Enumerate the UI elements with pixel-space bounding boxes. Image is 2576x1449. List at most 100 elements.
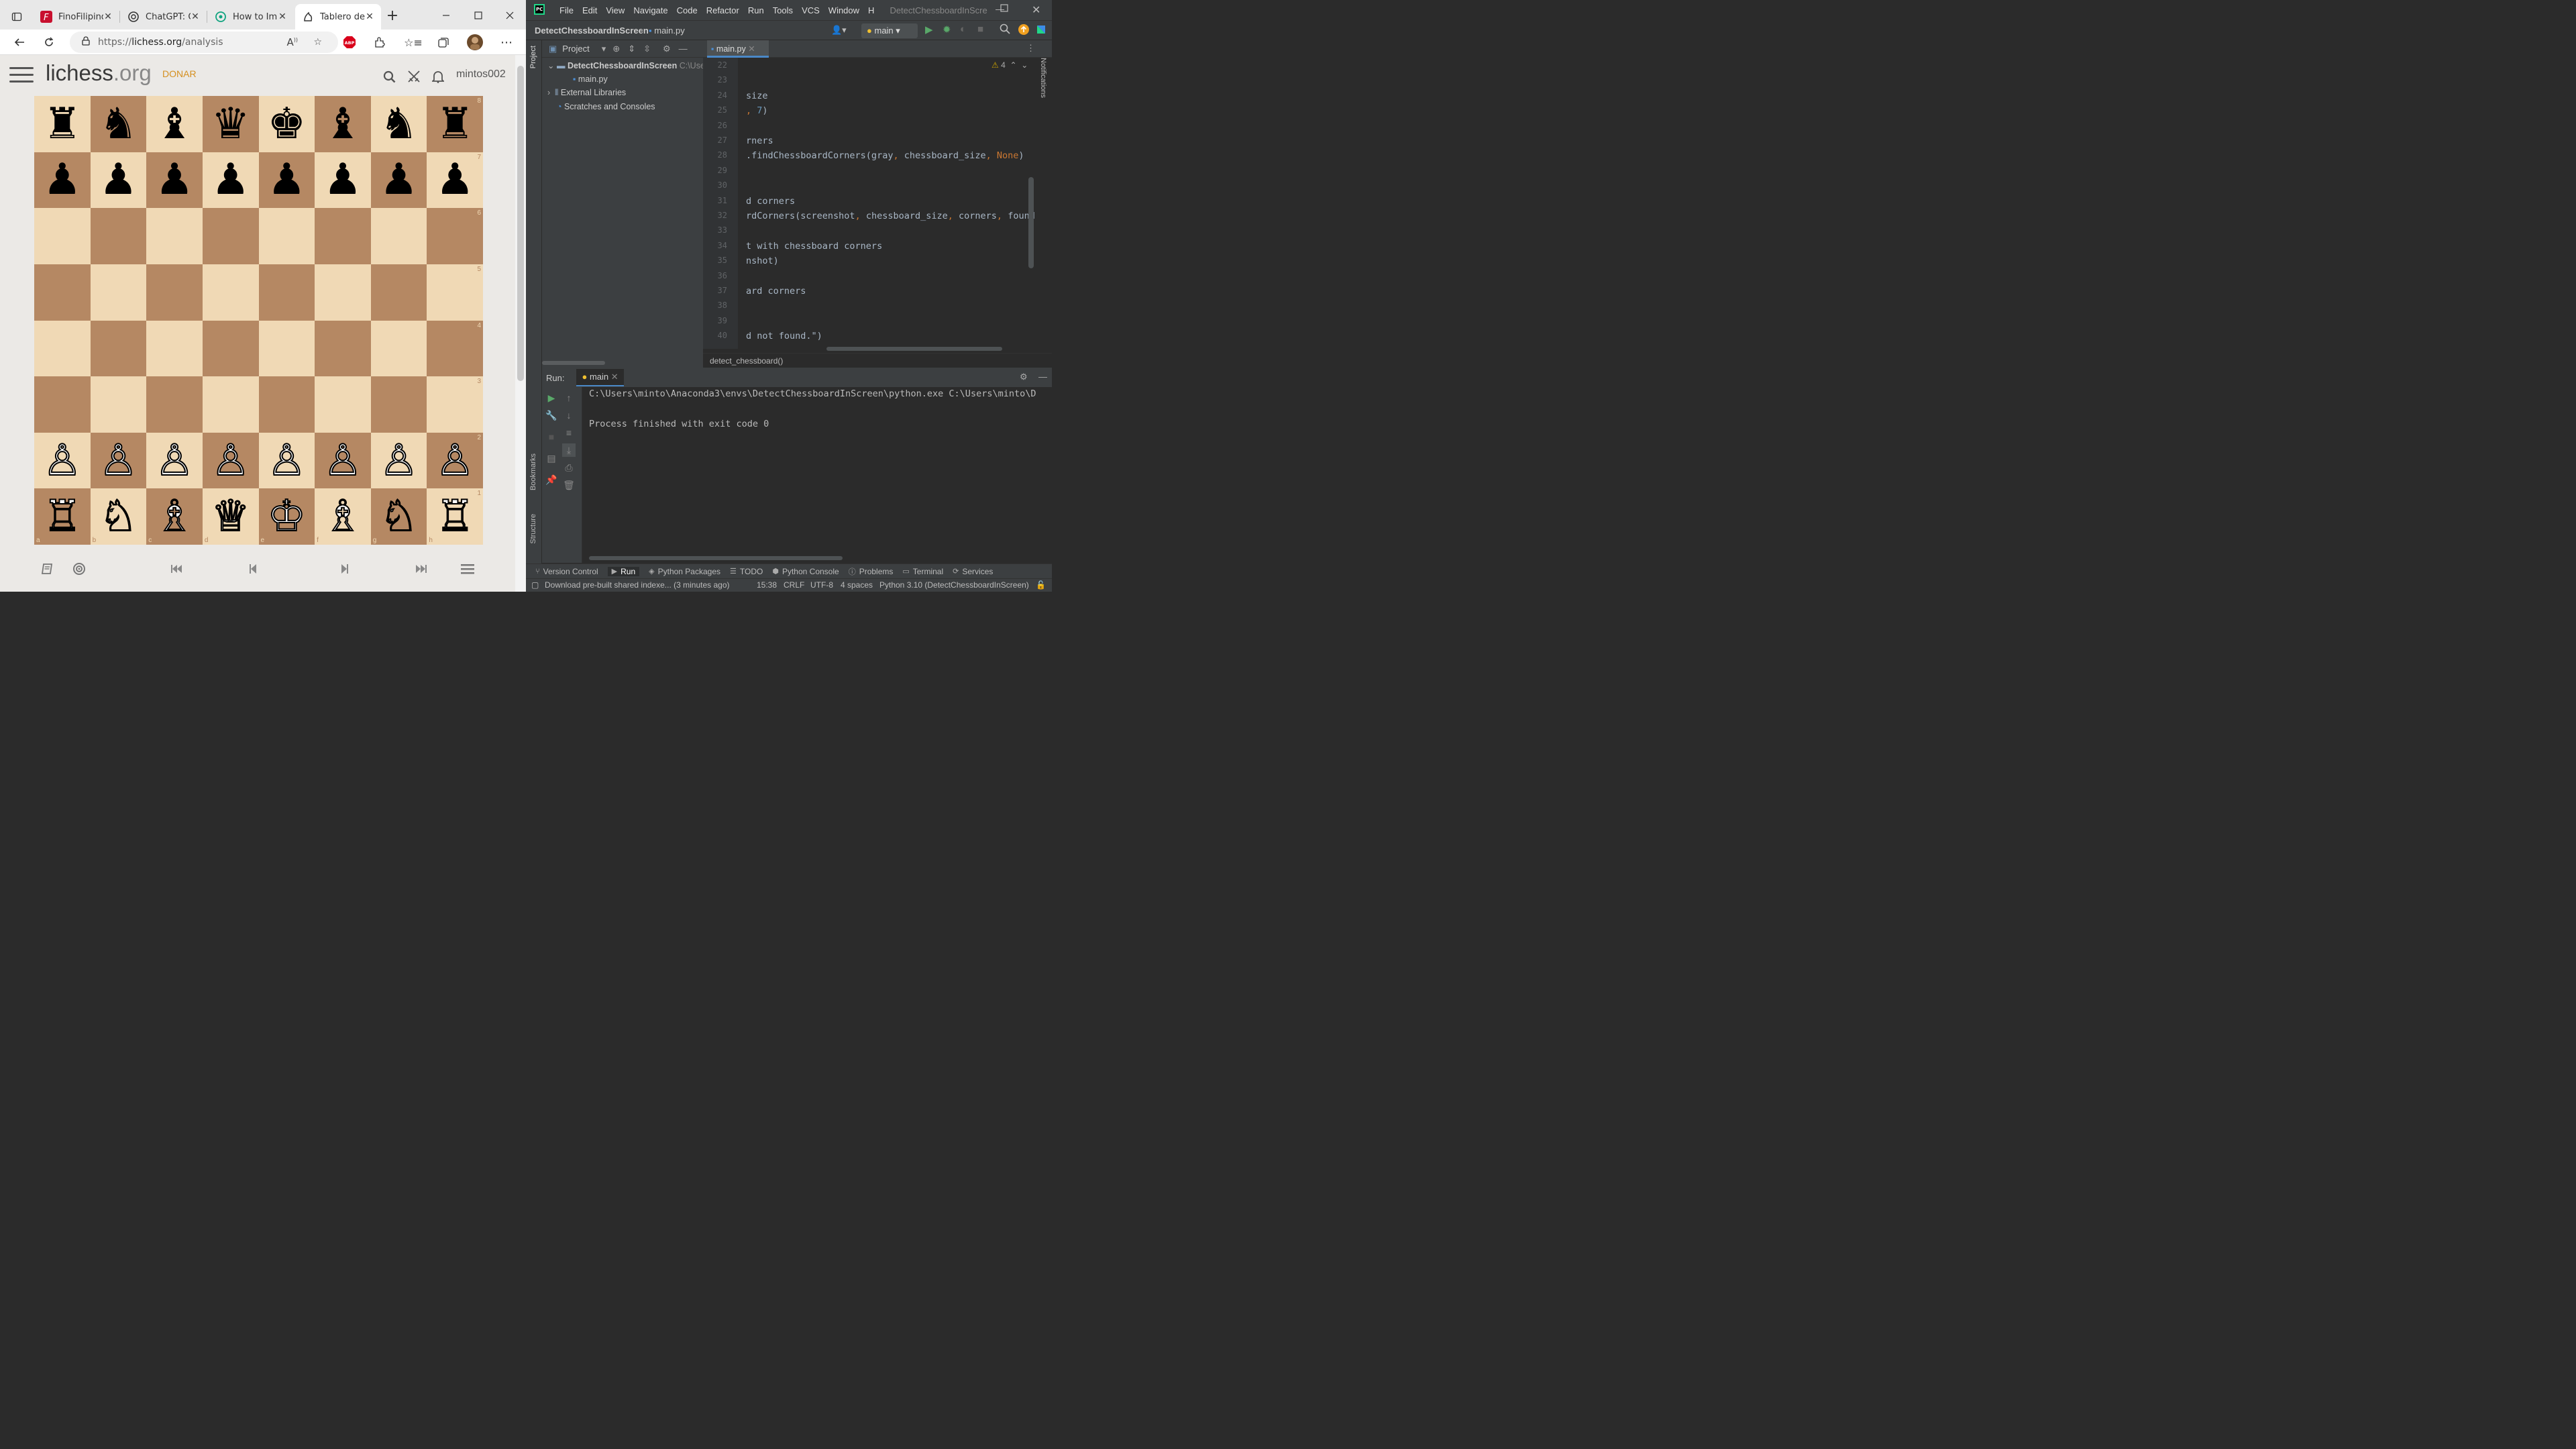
code-line[interactable]: , 7) bbox=[746, 105, 768, 116]
hide-panel-icon[interactable]: — bbox=[679, 44, 688, 54]
project-tool-button[interactable]: Project bbox=[529, 46, 537, 68]
square-h3[interactable]: 3 bbox=[427, 376, 483, 433]
jetbrains-ai-icon[interactable] bbox=[1036, 24, 1046, 37]
more-icon[interactable]: ⋯ bbox=[498, 34, 515, 51]
hamburger-menu-icon[interactable] bbox=[9, 66, 34, 85]
black-piece[interactable]: ♜ bbox=[43, 103, 81, 146]
square-a5[interactable] bbox=[34, 264, 91, 321]
close-window-icon[interactable] bbox=[501, 7, 519, 24]
square-f2[interactable]: ♙ bbox=[315, 432, 371, 489]
status-message[interactable]: Download pre-built shared indexe... (3 m… bbox=[545, 580, 729, 590]
scroll-up-icon[interactable]: ↑ bbox=[562, 391, 576, 405]
notifications-bell-icon[interactable] bbox=[431, 70, 445, 86]
close-icon[interactable]: ✕ bbox=[191, 11, 200, 22]
tree-item-external-libraries[interactable]: › ⫴ External Libraries bbox=[547, 88, 626, 98]
structure-tool-button[interactable]: Structure bbox=[529, 514, 537, 544]
square-h6[interactable]: 6 bbox=[427, 208, 483, 264]
square-e3[interactable] bbox=[258, 376, 315, 433]
page-scrollbar[interactable] bbox=[515, 55, 526, 592]
square-e7[interactable]: ♟ bbox=[258, 152, 315, 209]
menu-item-navigate[interactable]: Navigate bbox=[633, 5, 667, 15]
code-line[interactable]: rdCorners(screenshot, chessboard_size, c… bbox=[746, 211, 1035, 221]
expand-all-icon[interactable]: ⇕ bbox=[628, 44, 635, 54]
square-f8[interactable]: ♝ bbox=[315, 96, 371, 152]
square-g5[interactable] bbox=[370, 264, 427, 321]
white-piece[interactable]: ♗ bbox=[323, 494, 362, 539]
white-piece[interactable]: ♔ bbox=[267, 494, 307, 539]
extensions-icon[interactable] bbox=[371, 34, 388, 51]
code-line[interactable]: ard corners bbox=[746, 286, 806, 297]
square-a3[interactable] bbox=[34, 376, 91, 433]
square-b2[interactable]: ♙ bbox=[90, 432, 147, 489]
collapse-all-icon[interactable]: ⇳ bbox=[643, 44, 651, 54]
menu-item-code[interactable]: Code bbox=[677, 5, 698, 15]
white-piece[interactable]: ♗ bbox=[154, 494, 194, 539]
square-f3[interactable] bbox=[315, 376, 371, 433]
next-move-icon[interactable] bbox=[335, 557, 355, 581]
coverage-icon[interactable]: ◐ bbox=[960, 23, 966, 35]
white-piece[interactable]: ♙ bbox=[211, 439, 250, 483]
pin-icon[interactable]: 📌 bbox=[545, 473, 558, 486]
donate-link[interactable]: DONAR bbox=[162, 68, 197, 79]
tab-how-to[interactable]: How to Imp ✕ bbox=[208, 4, 294, 30]
tab-lichess[interactable]: Tablero de ✕ bbox=[295, 4, 381, 30]
black-piece[interactable]: ♟ bbox=[380, 158, 418, 201]
address-bar[interactable]: https://lichess.org/analysis A)) ☆ bbox=[70, 32, 338, 53]
square-h1[interactable]: ♖ 1 h bbox=[427, 488, 483, 545]
black-piece[interactable]: ♟ bbox=[155, 158, 193, 201]
square-b7[interactable]: ♟ bbox=[90, 152, 147, 209]
square-g1[interactable]: ♘ g bbox=[370, 488, 427, 545]
tool-tab-todo[interactable]: ☰ TODO bbox=[730, 567, 763, 576]
white-piece[interactable]: ♖ bbox=[435, 494, 474, 539]
new-tab-icon[interactable]: + bbox=[384, 7, 401, 24]
tool-tab-version-control[interactable]: ⑂ Version Control bbox=[535, 567, 598, 576]
wrench-icon[interactable]: 🔧 bbox=[545, 409, 558, 422]
menu-item-tools[interactable]: Tools bbox=[773, 5, 793, 15]
python-interpreter[interactable]: Python 3.10 (DetectChessboardInScreen) bbox=[879, 580, 1029, 590]
white-piece[interactable]: ♙ bbox=[267, 439, 307, 483]
last-move-icon[interactable] bbox=[411, 557, 431, 581]
scrollbar-thumb[interactable] bbox=[517, 66, 524, 381]
close-window-icon[interactable]: ✕ bbox=[1032, 3, 1040, 17]
square-e1[interactable]: ♔ e bbox=[258, 488, 315, 545]
indent-setting[interactable]: 4 spaces bbox=[841, 580, 873, 590]
square-h5[interactable]: 5 bbox=[427, 264, 483, 321]
square-d7[interactable]: ♟ bbox=[202, 152, 259, 209]
tab-chatgpt[interactable]: ChatGPT: O ✕ bbox=[121, 4, 207, 30]
menu-item-window[interactable]: Window bbox=[828, 5, 859, 15]
square-c3[interactable] bbox=[146, 376, 203, 433]
square-a1[interactable]: ♖ a bbox=[34, 488, 91, 545]
status-panel-icon[interactable]: ▢ bbox=[531, 580, 539, 590]
black-piece[interactable]: ♟ bbox=[436, 158, 474, 201]
square-f7[interactable]: ♟ bbox=[315, 152, 371, 209]
black-piece[interactable]: ♞ bbox=[380, 103, 418, 146]
square-f1[interactable]: ♗ f bbox=[315, 488, 371, 545]
soft-wrap-icon[interactable]: ≡ bbox=[562, 426, 576, 439]
line-separator[interactable]: CRLF bbox=[784, 580, 804, 590]
maximize-icon[interactable] bbox=[470, 7, 487, 24]
black-piece[interactable]: ♞ bbox=[99, 103, 138, 146]
tool-tab-run[interactable]: ▶ Run bbox=[607, 566, 640, 576]
square-b8[interactable]: ♞ bbox=[90, 96, 147, 152]
square-d8[interactable]: ♛ bbox=[202, 96, 259, 152]
white-piece[interactable]: ♘ bbox=[99, 494, 138, 539]
lock-icon[interactable]: 🔓 bbox=[1036, 580, 1046, 590]
square-d1[interactable]: ♕ d bbox=[202, 488, 259, 545]
menu-item-h[interactable]: H bbox=[868, 5, 874, 15]
menu-item-view[interactable]: View bbox=[606, 5, 625, 15]
square-g3[interactable] bbox=[370, 376, 427, 433]
refresh-icon[interactable] bbox=[40, 34, 58, 51]
square-c5[interactable] bbox=[146, 264, 203, 321]
square-g6[interactable] bbox=[370, 208, 427, 264]
rerun-icon[interactable]: ▶ bbox=[545, 391, 558, 405]
more-vertical-icon[interactable]: ⋮ bbox=[1026, 43, 1035, 54]
white-piece[interactable]: ♘ bbox=[379, 494, 419, 539]
menu-item-run[interactable]: Run bbox=[748, 5, 764, 15]
menu-icon[interactable] bbox=[458, 557, 478, 581]
menu-item-refactor[interactable]: Refactor bbox=[706, 5, 739, 15]
breadcrumb-project[interactable]: DetectChessboardInScreen bbox=[535, 25, 649, 36]
tool-tab-terminal[interactable]: ▭ Terminal bbox=[902, 567, 943, 576]
black-piece[interactable]: ♟ bbox=[43, 158, 81, 201]
square-e5[interactable] bbox=[258, 264, 315, 321]
close-icon[interactable]: ✕ bbox=[103, 11, 113, 22]
